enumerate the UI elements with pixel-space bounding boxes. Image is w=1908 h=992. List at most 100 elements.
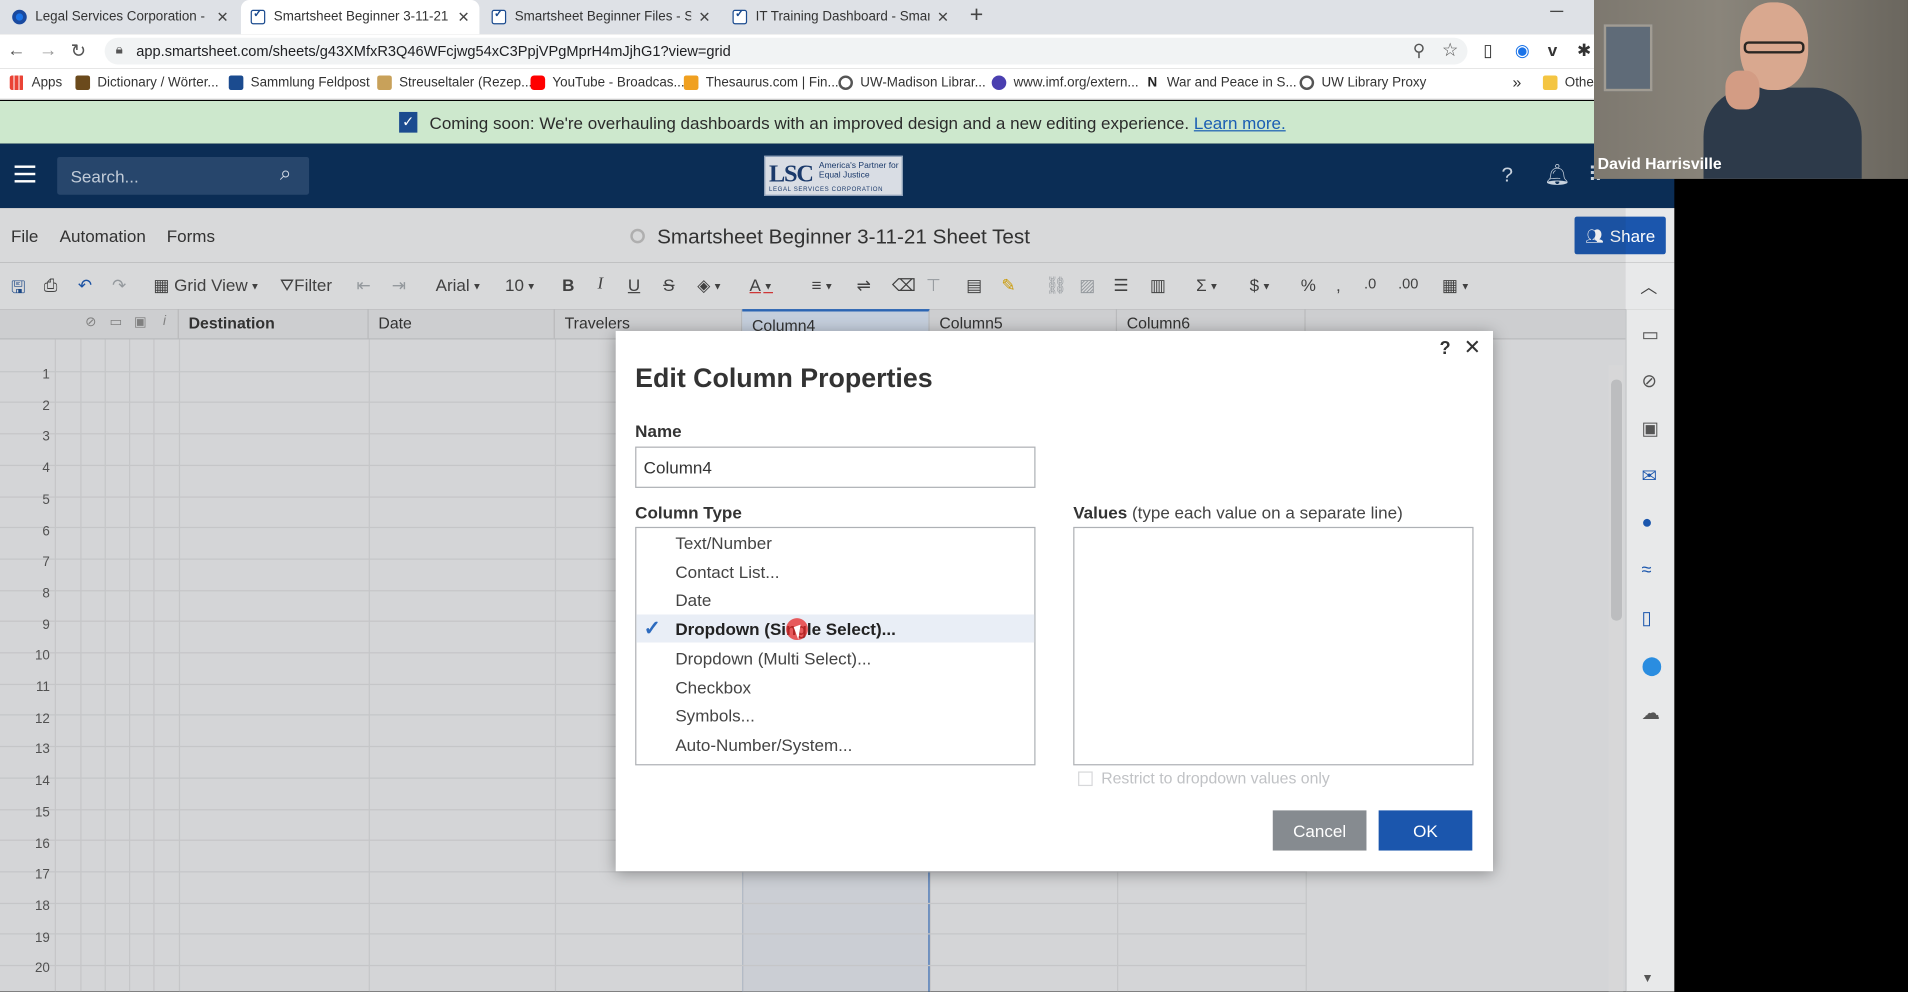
attachments-icon[interactable]: ⊘: [1641, 370, 1656, 392]
bookmark-item[interactable]: UW Library Proxy: [1299, 75, 1427, 91]
bookmark-item[interactable]: N War and Peace in S...: [1145, 75, 1297, 91]
column-type-option[interactable]: Checkbox: [636, 672, 1034, 700]
bookmark-label: UW Library Proxy: [1321, 75, 1427, 91]
bookmark-folder-other[interactable]: Othe: [1542, 75, 1594, 91]
tab-title: Legal Services Corporation - My: [35, 9, 210, 25]
restrict-checkbox[interactable]: [1078, 770, 1093, 786]
comments-icon[interactable]: ▭: [1641, 324, 1658, 346]
column-type-label: Dropdown (Multi Select)...: [675, 648, 872, 668]
bookmark-label: www.imf.org/extern...: [1013, 75, 1139, 91]
address-bar: ← → ↻ 🔒︎ app.smartsheet.com/sheets/g43XM…: [0, 34, 1595, 69]
extension-icon[interactable]: ◉: [1515, 40, 1530, 61]
cloud-icon[interactable]: ☁: [1641, 702, 1659, 724]
thesaurus-icon: [683, 75, 699, 91]
new-tab-icon[interactable]: +: [970, 2, 984, 29]
column-type-label: Contact List...: [675, 561, 780, 582]
activity-log-icon[interactable]: ≈: [1641, 560, 1651, 581]
publish-globe-icon[interactable]: ●: [1641, 512, 1652, 533]
hamburger-menu-icon[interactable]: [14, 165, 36, 183]
minimize-window-icon[interactable]: ─: [1550, 1, 1563, 22]
column-type-option[interactable]: Text/Number: [636, 528, 1034, 556]
wall-frame: [1603, 24, 1653, 92]
column-name-input[interactable]: [635, 446, 1036, 488]
zoom-icon[interactable]: ⚲: [1413, 40, 1425, 61]
column-type-list[interactable]: Text/Number Contact List... Date ✓ Dropdown …: [635, 526, 1036, 766]
values-textarea[interactable]: [1073, 526, 1474, 766]
edit-column-properties-dialog: ? ✕ Edit Column Properties Name Column T…: [615, 330, 1494, 872]
values-label-text: Values: [1073, 502, 1128, 523]
cancel-button[interactable]: Cancel: [1272, 810, 1367, 851]
column-type-label: Checkbox: [675, 677, 752, 697]
browser-tab-bar: Legal Services Corporation - My ✕ Smarts…: [0, 0, 1595, 35]
reload-icon[interactable]: ↻: [71, 40, 86, 62]
close-icon[interactable]: ✕: [1464, 336, 1481, 360]
bookmark-item[interactable]: www.imf.org/extern...: [991, 75, 1139, 91]
column-type-option[interactable]: Contact List...: [636, 557, 1034, 585]
restrict-label: Restrict to dropdown values only: [1101, 769, 1330, 788]
recipe-icon: [377, 75, 392, 91]
map-pin-icon[interactable]: ⬤: [1641, 655, 1661, 677]
bookmark-item[interactable]: Streuseltaler (Rezep...: [377, 75, 533, 91]
column-type-option[interactable]: Auto-Number/System...: [636, 730, 1034, 758]
browser-tab[interactable]: IT Training Dashboard - Smartsh ✕: [723, 0, 959, 34]
lsc-favicon-icon: [12, 9, 27, 25]
column-type-option[interactable]: Date: [636, 586, 1034, 614]
values-hint: (type each value on a separate line): [1131, 502, 1403, 523]
column-type-option[interactable]: Symbols...: [636, 701, 1034, 729]
bookmark-label: Streuseltaler (Rezep...: [399, 75, 533, 91]
lsc-logo: LSC America's Partner for Equal Justice …: [764, 155, 903, 196]
help-icon[interactable]: ?: [1439, 338, 1450, 359]
reading-list-icon[interactable]: ▯: [1483, 40, 1492, 61]
puzzle-extensions-icon[interactable]: ✱: [1577, 40, 1591, 61]
globe-icon: [1299, 75, 1315, 91]
column-type-option-selected[interactable]: ✓Dropdown (Single Select)...: [636, 614, 1035, 643]
checkmark-icon: ✓: [643, 617, 662, 641]
close-tab-icon[interactable]: ✕: [698, 9, 710, 26]
browser-tab[interactable]: Smartsheet Beginner Files - Sma ✕: [482, 0, 720, 34]
bookmark-item[interactable]: YouTube - Broadcas...: [530, 75, 685, 91]
collapse-toolbar-icon[interactable]: ︿: [1640, 275, 1657, 299]
star-icon[interactable]: ☆: [1442, 39, 1458, 61]
imf-icon: [991, 75, 1007, 91]
vimeo-extension-icon[interactable]: v: [1548, 40, 1557, 59]
search-input[interactable]: Search... ⌕: [57, 156, 310, 195]
lock-icon: 🔒︎: [115, 42, 123, 58]
bookmark-apps[interactable]: Apps: [9, 75, 62, 91]
logo-tagline: America's Partner for Equal Justice: [818, 161, 899, 181]
mouse-cursor-icon: [786, 618, 808, 641]
restrict-dropdown-option[interactable]: Restrict to dropdown values only: [1078, 769, 1330, 787]
browser-tab[interactable]: Legal Services Corporation - My ✕: [2, 0, 238, 34]
close-tab-icon[interactable]: ✕: [457, 9, 469, 26]
learn-more-link[interactable]: Learn more.: [1194, 113, 1286, 132]
search-placeholder: Search...: [70, 166, 139, 187]
url-text: app.smartsheet.com/sheets/g43XMfxR3Q46WF…: [136, 42, 731, 60]
search-icon[interactable]: ⌕: [280, 162, 292, 186]
top-navigation: Search... ⌕ LSC America's Partner for Eq…: [0, 143, 1675, 209]
bookmark-item[interactable]: Sammlung Feldpost: [228, 75, 370, 91]
glasses: [1743, 41, 1805, 54]
update-requests-icon[interactable]: ✉: [1641, 465, 1656, 487]
bookmark-item[interactable]: UW-Madison Librar...: [838, 75, 986, 91]
bookmarks-bar: Apps Dictionary / Wörter... Sammlung Fel…: [0, 68, 1595, 100]
bookmark-item[interactable]: Dictionary / Wörter...: [75, 75, 219, 91]
back-arrow-icon[interactable]: ←: [7, 40, 25, 61]
url-field[interactable]: 🔒︎ app.smartsheet.com/sheets/g43XMfxR3Q4…: [104, 37, 1468, 65]
close-tab-icon[interactable]: ✕: [937, 9, 949, 26]
forward-arrow-icon[interactable]: →: [39, 40, 57, 61]
globe-icon: [838, 75, 853, 91]
scroll-down-icon[interactable]: ▼: [1641, 972, 1653, 985]
column-type-option[interactable]: Dropdown (Multi Select)...: [636, 643, 1034, 671]
smartsheet-favicon-icon: [732, 7, 748, 25]
apps-grid-icon: [9, 75, 25, 91]
proofing-icon[interactable]: ▣: [1641, 417, 1658, 440]
bookmark-item[interactable]: Thesaurus.com | Fin...: [683, 75, 839, 91]
ok-button[interactable]: OK: [1378, 810, 1473, 851]
help-icon[interactable]: ?: [1502, 163, 1514, 187]
summary-icon[interactable]: ▯: [1641, 607, 1651, 629]
notifications-bell-icon[interactable]: 🔔︎: [1544, 163, 1570, 187]
logo-bottom-text: LEGAL SERVICES CORPORATION: [769, 186, 884, 194]
tab-title: Smartsheet Beginner Files - Sma: [514, 9, 691, 25]
close-tab-icon[interactable]: ✕: [217, 9, 229, 26]
bookmarks-overflow-icon[interactable]: »: [1512, 73, 1521, 91]
browser-tab-active[interactable]: Smartsheet Beginner 3-11-21 Sh ✕: [240, 0, 480, 35]
